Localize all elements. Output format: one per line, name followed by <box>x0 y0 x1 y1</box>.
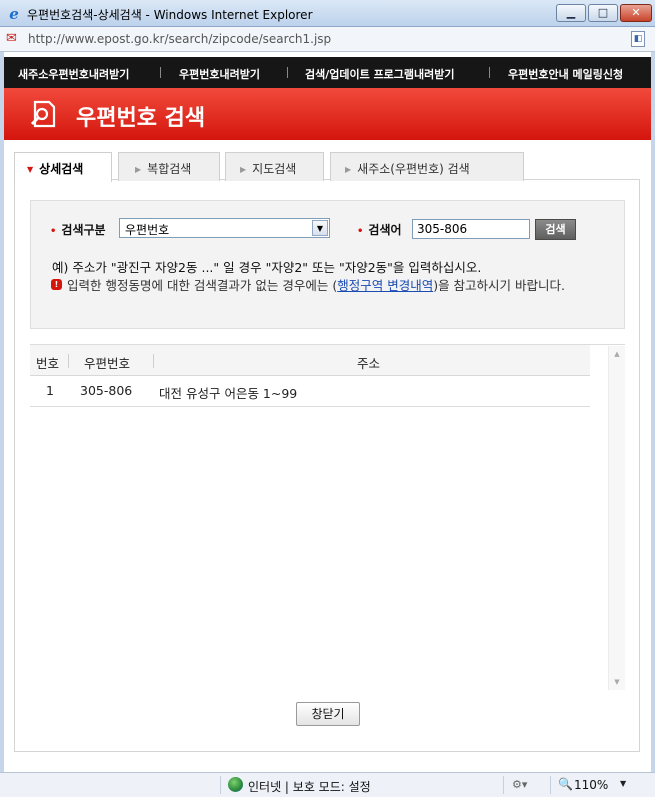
status-separator <box>550 776 551 794</box>
scroll-up-icon[interactable]: ▲ <box>609 346 625 362</box>
nav-zipcode-download[interactable]: 우편번호내려받기 <box>179 66 260 82</box>
results-scrollbar[interactable]: ▲ ▼ <box>608 346 625 690</box>
page-icon[interactable]: ◧ <box>631 31 645 47</box>
minimize-button[interactable]: ▁ <box>556 4 586 22</box>
header-address: 주소 <box>357 356 381 371</box>
status-separator <box>220 776 221 794</box>
tab-detailed-search[interactable]: ▼ 상세검색 <box>14 152 112 182</box>
nav-program-download[interactable]: 검색/업데이트 프로그램내려받기 <box>305 66 455 82</box>
header-separator <box>153 354 154 368</box>
table-row[interactable]: 1 305-806 대전 유성구 어은동 1~99 <box>30 377 590 407</box>
tab-arrow-icon: ▶ <box>135 165 142 174</box>
header-separator <box>68 354 69 368</box>
notice-text: 입력한 행정동명에 대한 검색결과가 없는 경우에는 (행정구역 변경내역)을 … <box>67 277 597 295</box>
address-url[interactable]: http://www.epost.go.kr/search/zipcode/se… <box>28 32 331 46</box>
header-zipcode: 우편번호 <box>84 356 131 371</box>
search-type-value: 우편번호 <box>125 223 170 237</box>
nav-separator <box>160 67 161 78</box>
chevron-down-icon[interactable]: ▼ <box>312 220 328 236</box>
top-navigation: 새주소우편번호내려받기 우편번호내려받기 검색/업데이트 프로그램내려받기 우편… <box>4 57 651 88</box>
tab-map-search[interactable]: ▶ 지도검색 <box>225 152 324 181</box>
window-title: 우편번호검색-상세검색 - Windows Internet Explorer <box>27 8 313 22</box>
search-type-select[interactable]: 우편번호 ▼ <box>119 218 330 238</box>
notice-icon: ! <box>51 279 62 290</box>
search-button[interactable]: 검색 <box>535 219 576 240</box>
input-example-text: 예) 주소가 "광진구 자양2동 ..." 일 경우 "자양2" 또는 "자양2… <box>52 260 482 275</box>
tab-arrow-icon: ▶ <box>240 165 247 174</box>
search-tabs: ▼ 상세검색 ▶ 복합검색 ▶ 지도검색 ▶ 새주소(우편번호) 검색 <box>14 150 640 182</box>
keyword-label: • 검색어 <box>357 221 402 238</box>
bullet-icon: • <box>357 226 364 237</box>
bullet-icon: • <box>50 226 57 237</box>
page-banner: 우편번호 검색 <box>4 88 651 140</box>
row-zipcode[interactable]: 305-806 <box>80 383 132 398</box>
scroll-down-icon[interactable]: ▼ <box>609 674 625 690</box>
tab-new-address-search[interactable]: ▶ 새주소(우편번호) 검색 <box>330 152 524 181</box>
row-address[interactable]: 대전 유성구 어은동 1~99 <box>159 383 297 402</box>
nav-separator <box>489 67 490 78</box>
maximize-button[interactable]: □ <box>588 4 618 22</box>
nav-mailing-signup[interactable]: 우편번호안내 메일링신청 <box>508 66 623 82</box>
notice-text-before: 입력한 행정동명에 대한 검색결과가 없는 경우에는 ( <box>67 278 338 293</box>
table-header: 번호 우편번호 주소 <box>30 345 590 376</box>
internet-zone-icon <box>228 777 243 792</box>
tab-label: 상세검색 <box>39 162 84 176</box>
admin-district-change-link[interactable]: 행정구역 변경내역 <box>337 278 433 293</box>
search-type-label: • 검색구분 <box>50 221 106 238</box>
close-window-button[interactable]: ✕ <box>620 4 652 22</box>
security-zone-text[interactable]: 인터넷 | 보호 모드: 설정 <box>248 778 371 795</box>
row-number: 1 <box>46 383 54 398</box>
site-favicon-icon: ✉ <box>6 31 17 46</box>
nav-new-zipcode-download[interactable]: 새주소우편번호내려받기 <box>18 66 129 82</box>
keyword-label-text: 검색어 <box>368 223 402 237</box>
internet-explorer-icon: e <box>9 5 19 23</box>
zoom-level[interactable]: 110% <box>574 778 608 792</box>
tab-arrow-icon: ▼ <box>27 165 34 174</box>
zoom-icon[interactable]: 🔍 <box>558 777 573 791</box>
tab-label: 지도검색 <box>252 162 297 176</box>
tab-arrow-icon: ▶ <box>345 165 352 174</box>
address-bar: ✉ http://www.epost.go.kr/search/zipcode/… <box>0 27 655 52</box>
search-type-label-text: 검색구분 <box>61 223 106 237</box>
close-popup-button[interactable]: 창닫기 <box>296 702 360 726</box>
chevron-down-icon[interactable]: ▼ <box>620 779 626 788</box>
results-table: 번호 우편번호 주소 1 305-806 대전 유성구 어은동 1~99 ▲ ▼ <box>30 344 625 690</box>
keyword-input[interactable]: 305-806 <box>412 219 530 239</box>
notice-text-after: )을 참고하시기 바랍니다. <box>433 278 566 293</box>
status-bar: 인터넷 | 보호 모드: 설정 ⚙▾ 🔍 110% ▼ <box>0 772 655 797</box>
status-separator <box>503 776 504 794</box>
nav-separator <box>287 67 288 78</box>
header-number: 번호 <box>36 356 60 371</box>
protected-mode-icon[interactable]: ⚙▾ <box>512 778 527 791</box>
tab-label: 새주소(우편번호) 검색 <box>357 162 470 176</box>
tab-combined-search[interactable]: ▶ 복합검색 <box>118 152 220 181</box>
search-document-icon <box>30 100 56 128</box>
window-title-bar: e 우편번호검색-상세검색 - Windows Internet Explore… <box>0 0 655 27</box>
page-title: 우편번호 검색 <box>76 106 206 131</box>
tab-label: 복합검색 <box>147 162 192 176</box>
